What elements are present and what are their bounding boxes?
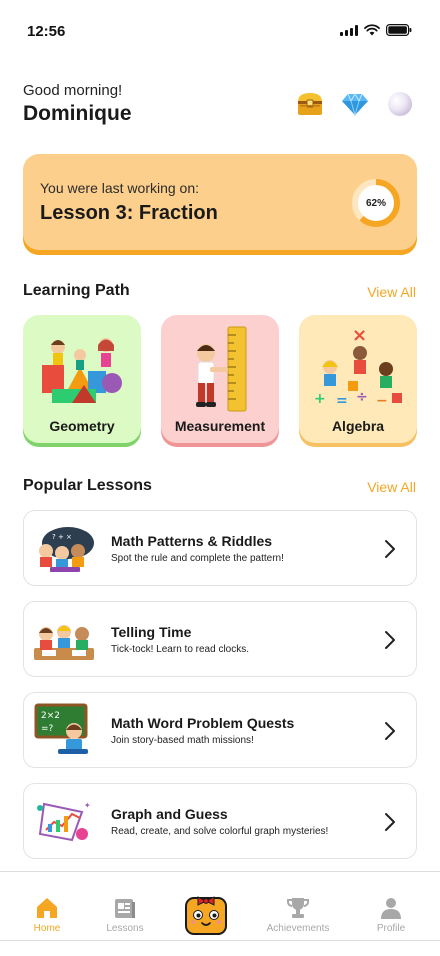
path-label-algebra: Algebra bbox=[331, 418, 385, 434]
greeting-text: Good morning! bbox=[23, 82, 123, 99]
svg-text:=?: =? bbox=[41, 724, 54, 734]
lesson-title: Math Patterns & Riddles bbox=[111, 533, 273, 549]
trophy-icon bbox=[287, 898, 309, 918]
learning-path-view-all[interactable]: View All bbox=[367, 284, 416, 300]
svg-text:? + ×: ? + × bbox=[52, 533, 72, 541]
signal-icon bbox=[340, 24, 358, 36]
chevron-right-icon bbox=[385, 540, 395, 558]
continue-lesson-subtitle: You were last working on: bbox=[40, 180, 200, 196]
popular-lessons-view-all[interactable]: View All bbox=[367, 479, 416, 495]
user-name: Dominique bbox=[23, 102, 132, 125]
tab-achievements[interactable]: Achievements bbox=[258, 872, 338, 942]
svg-text:−: − bbox=[376, 393, 388, 409]
learning-path-title: Learning Path bbox=[23, 282, 130, 299]
status-bar: 12:56 bbox=[0, 0, 440, 60]
lesson-subtitle: Tick-tock! Learn to read clocks. bbox=[111, 644, 250, 655]
wifi-icon bbox=[364, 24, 380, 36]
lesson-title: Telling Time bbox=[111, 624, 192, 640]
top-icon-group bbox=[296, 90, 414, 118]
continue-lesson-title: Lesson 3: Fraction bbox=[40, 202, 218, 224]
chevron-right-icon bbox=[385, 722, 395, 740]
tab-label-profile: Profile bbox=[376, 923, 406, 934]
lesson-card[interactable]: ✦ Graph and Guess Read, create, and solv… bbox=[23, 783, 417, 859]
graph-guess-thumbnail: ✦ bbox=[37, 801, 91, 842]
tab-label-achievements: Achievements bbox=[266, 923, 330, 934]
algebra-illustration: × + = ÷ − bbox=[314, 325, 402, 409]
diamond-icon[interactable] bbox=[341, 90, 369, 118]
bottom-tab-bar: Home Lessons Achievements Profile bbox=[0, 871, 440, 941]
lesson-card[interactable]: 2×2 =? Math Word Problem Quests Join sto… bbox=[23, 692, 417, 768]
measurement-illustration bbox=[196, 326, 247, 412]
word-problem-thumbnail: 2×2 =? bbox=[34, 703, 88, 754]
lesson-title: Graph and Guess bbox=[111, 806, 228, 822]
status-icons bbox=[340, 24, 412, 36]
tab-label-home: Home bbox=[33, 923, 61, 934]
svg-text:2×2: 2×2 bbox=[41, 711, 60, 721]
popular-lessons-title: Popular Lessons bbox=[23, 477, 152, 494]
chevron-right-icon bbox=[385, 813, 395, 831]
home-icon bbox=[37, 898, 57, 918]
tab-lessons[interactable]: Lessons bbox=[85, 872, 165, 942]
mascot-icon[interactable] bbox=[184, 892, 228, 936]
continue-lesson-card[interactable]: You were last working on: Lesson 3: Frac… bbox=[23, 154, 417, 250]
svg-text:×: × bbox=[352, 325, 367, 346]
pearl-icon[interactable] bbox=[386, 90, 414, 118]
path-card-measurement[interactable]: Measurement bbox=[161, 315, 279, 443]
status-time: 12:56 bbox=[27, 23, 66, 40]
svg-text:÷: ÷ bbox=[356, 389, 368, 405]
telling-time-thumbnail bbox=[34, 625, 94, 660]
lesson-card[interactable]: ? + × Math Patterns & Riddles Spot the r… bbox=[23, 510, 417, 586]
lesson-subtitle: Join story-based math missions! bbox=[111, 735, 254, 746]
tab-profile[interactable]: Profile bbox=[351, 872, 431, 942]
svg-text:=: = bbox=[336, 393, 348, 409]
tab-home[interactable]: Home bbox=[7, 872, 87, 942]
battery-icon bbox=[386, 24, 412, 36]
svg-text:+: + bbox=[314, 391, 326, 407]
progress-percent: 62% bbox=[365, 197, 386, 209]
path-label-measurement: Measurement bbox=[174, 418, 266, 434]
patterns-thumbnail: ? + × bbox=[39, 527, 94, 572]
geometry-illustration bbox=[42, 338, 122, 403]
lessons-icon bbox=[115, 899, 135, 918]
path-label-geometry: Geometry bbox=[49, 418, 115, 434]
lesson-subtitle: Spot the rule and complete the pattern! bbox=[111, 553, 284, 564]
tab-label-lessons: Lessons bbox=[106, 923, 144, 934]
lesson-subtitle: Read, create, and solve colorful graph m… bbox=[111, 826, 329, 837]
lesson-title: Math Word Problem Quests bbox=[111, 715, 295, 731]
path-card-algebra[interactable]: × + = ÷ − Algebra bbox=[299, 315, 417, 443]
treasure-chest-icon[interactable] bbox=[296, 90, 324, 118]
profile-icon bbox=[381, 898, 401, 919]
lesson-card[interactable]: Telling Time Tick-tock! Learn to read cl… bbox=[23, 601, 417, 677]
chevron-right-icon bbox=[385, 631, 395, 649]
path-card-geometry[interactable]: Geometry bbox=[23, 315, 141, 443]
svg-text:✦: ✦ bbox=[84, 801, 91, 810]
